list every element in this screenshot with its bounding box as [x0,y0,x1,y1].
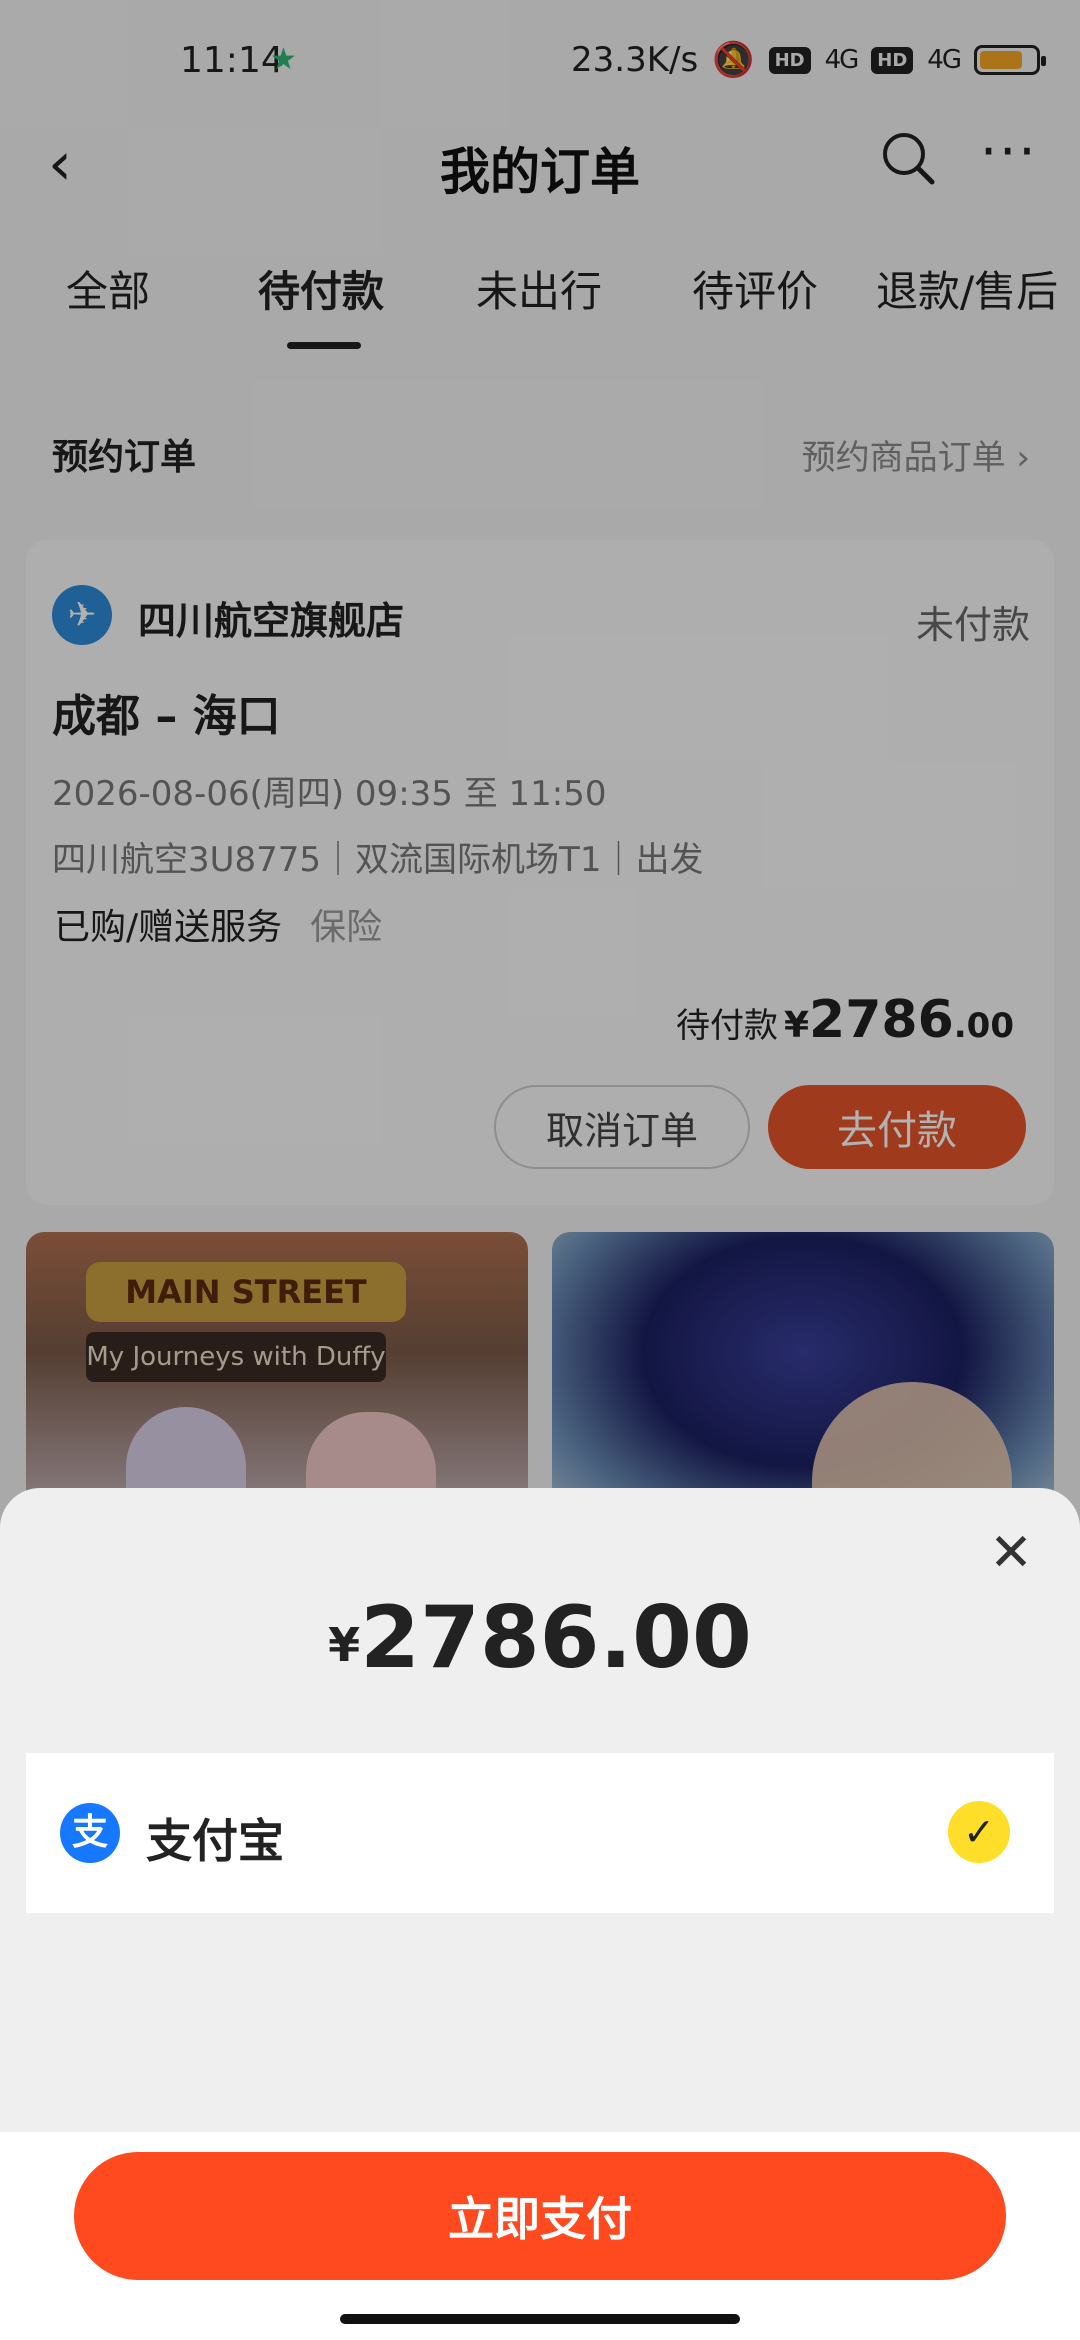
check-icon[interactable]: ✓ [948,1801,1010,1863]
home-indicator[interactable] [340,2314,740,2324]
alipay-icon: 支 [60,1803,120,1863]
payment-method-label: 支付宝 [146,1814,284,1868]
payment-amount: ¥2786.00 [0,1588,1080,1688]
close-icon[interactable]: ✕ [986,1527,1036,1579]
amount-value: 2786.00 [360,1588,752,1688]
pay-bar: 立即支付 [0,2132,1080,2340]
pay-now-button[interactable]: 立即支付 [74,2152,1006,2280]
amount-symbol: ¥ [328,1618,361,1672]
payment-method-alipay[interactable]: 支 支付宝 ✓ [26,1753,1054,1913]
